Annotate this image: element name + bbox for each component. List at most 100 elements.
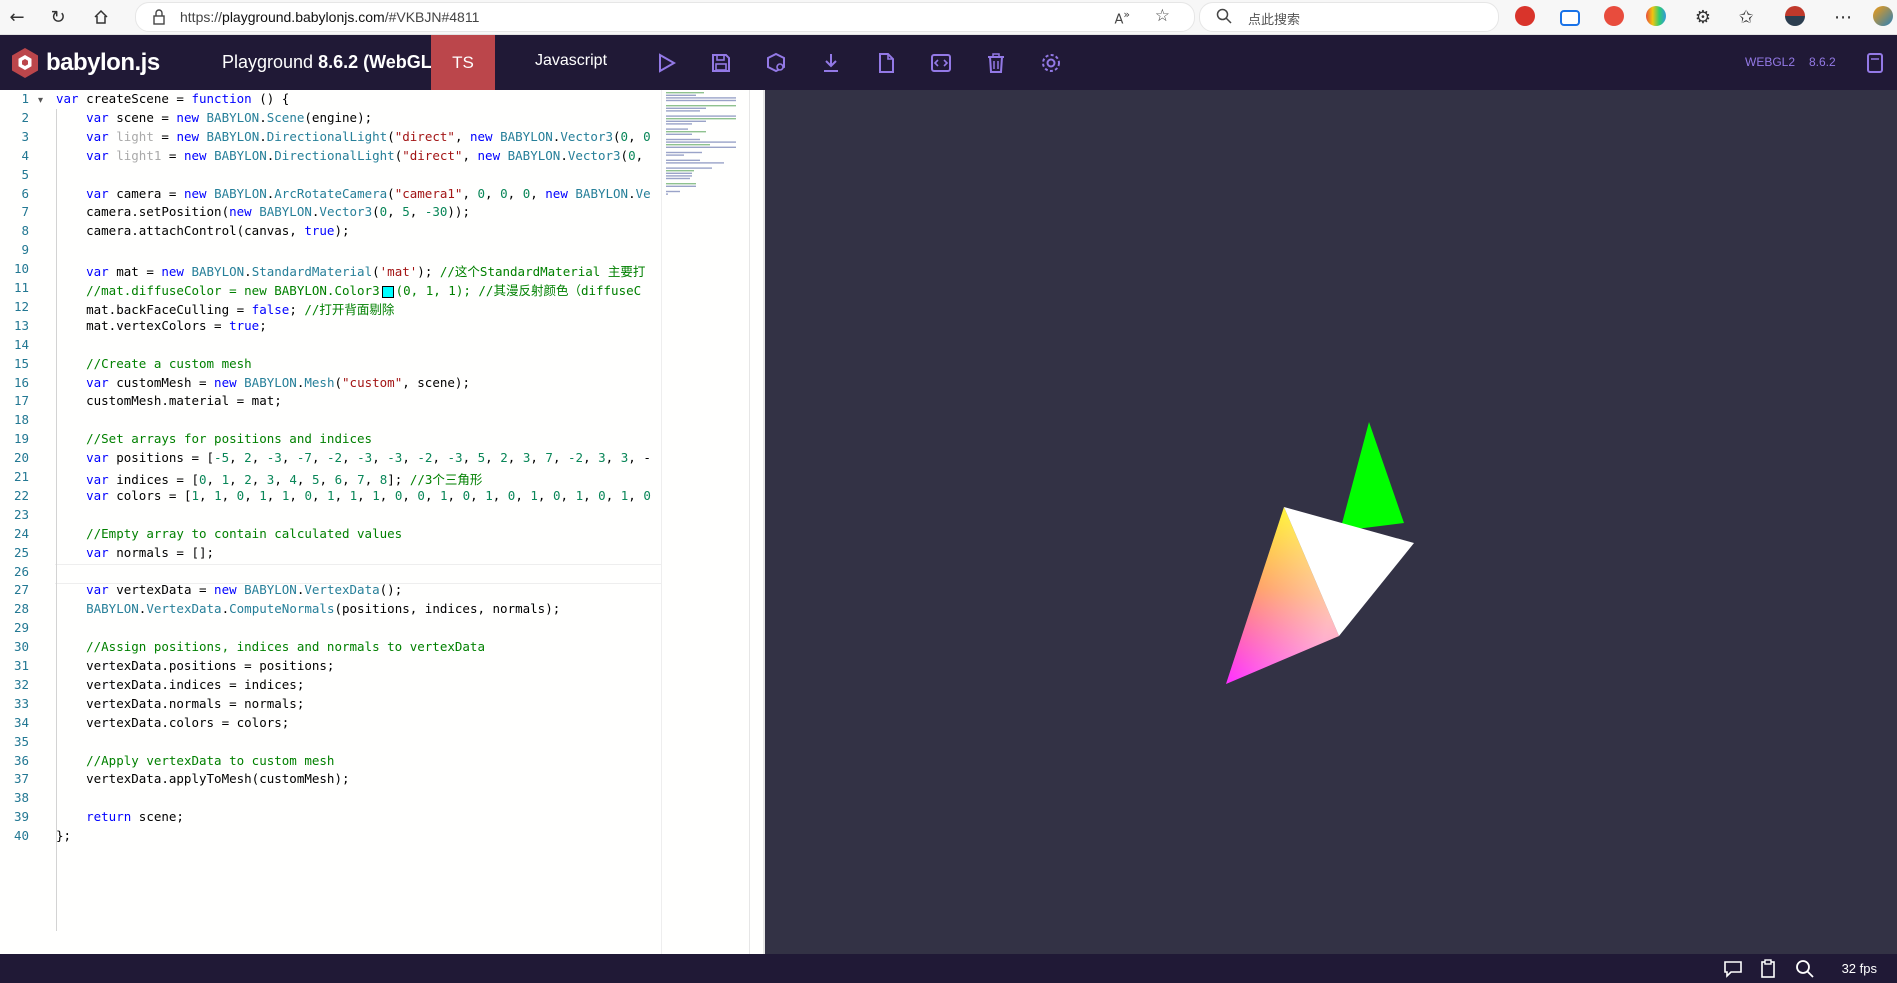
address-bar[interactable]: https://playground.babylonjs.com/#VKBJN#… — [135, 2, 1195, 32]
code-editor[interactable]: 1 2 3 4 5 6 7 8 9 10 11 12 13 14 15 16 17 18 19 20 21 22 23 24 2… — [0, 90, 764, 954]
minimap-line — [666, 115, 736, 117]
code-line[interactable]: var light1 = new BABYLON.DirectionalLigh… — [56, 148, 643, 163]
minimap-line — [666, 141, 736, 143]
line-number: 18 — [13, 412, 29, 428]
ts-toggle-button[interactable]: TS — [431, 35, 495, 90]
code-line[interactable]: return scene; — [56, 809, 184, 824]
code-line[interactable]: //Create a custom mesh — [56, 356, 252, 371]
code-line[interactable]: //Assign positions, indices and normals … — [56, 639, 485, 654]
code-minimap[interactable] — [661, 90, 750, 954]
indent-guide — [56, 109, 57, 931]
save-icon[interactable] — [707, 49, 735, 77]
favorites-icon[interactable]: ✩ — [1733, 4, 1759, 30]
settings-gear-icon[interactable] — [1037, 49, 1065, 77]
run-icon[interactable] — [652, 49, 680, 77]
line-number: 8 — [21, 223, 29, 239]
code-line[interactable]: //Empty array to contain calculated valu… — [56, 526, 402, 541]
read-aloud-icon[interactable]: A» — [1114, 8, 1130, 27]
minimap-line — [666, 144, 710, 146]
code-line[interactable]: var camera = new BABYLON.ArcRotateCamera… — [56, 186, 651, 201]
minimap-line — [666, 118, 736, 120]
profile-avatar[interactable] — [1785, 6, 1805, 26]
code-line[interactable]: var mat = new BABYLON.StandardMaterial('… — [56, 261, 645, 280]
logo-text: babylon.js — [46, 49, 160, 76]
code-line[interactable]: BABYLON.VertexData.ComputeNormals(positi… — [56, 601, 560, 616]
line-number: 10 — [13, 261, 29, 277]
line-number: 35 — [13, 733, 29, 749]
minimap-line — [666, 105, 736, 107]
code-line[interactable]: var scene = new BABYLON.Scene(engine); — [56, 110, 372, 125]
extensions-icon[interactable]: ⚙ — [1690, 4, 1716, 30]
code-format-icon[interactable] — [927, 49, 955, 77]
line-number: 13 — [13, 317, 29, 333]
line-number: 12 — [13, 298, 29, 314]
javascript-toggle-button[interactable]: Javascript — [535, 52, 607, 70]
code-line[interactable]: vertexData.indices = indices; — [56, 677, 304, 692]
back-icon[interactable]: ← — [4, 4, 30, 30]
line-number: 6 — [21, 185, 29, 201]
code-line[interactable]: var vertexData = new BABYLON.VertexData(… — [56, 582, 402, 597]
code-line[interactable]: //Apply vertexData to custom mesh — [56, 753, 334, 768]
code-line[interactable]: vertexData.positions = positions; — [56, 658, 334, 673]
minimap-line — [666, 107, 706, 109]
download-icon[interactable] — [817, 49, 845, 77]
code-line[interactable]: camera.attachControl(canvas, true); — [56, 223, 349, 238]
line-number: 15 — [13, 355, 29, 371]
line-number: 19 — [13, 431, 29, 447]
lock-icon[interactable] — [152, 9, 166, 29]
code-line[interactable]: var colors = [1, 1, 0, 1, 1, 0, 1, 1, 1,… — [56, 488, 651, 503]
line-number: 27 — [13, 582, 29, 598]
code-line[interactable]: mat.vertexColors = true; — [56, 318, 267, 333]
fold-chevron-icon[interactable]: ▾ — [38, 95, 43, 106]
code-line[interactable]: }; — [56, 828, 71, 843]
line-number: 40 — [13, 828, 29, 844]
fps-counter: 32 fps — [1841, 961, 1877, 976]
code-line[interactable]: mat.backFaceCulling = false; //打开背面剔除 — [56, 299, 394, 318]
delete-icon[interactable] — [982, 49, 1010, 77]
code-line[interactable]: customMesh.material = mat; — [56, 393, 282, 408]
minimap-line — [666, 193, 668, 195]
code-line[interactable]: var normals = []; — [56, 545, 214, 560]
line-number: 5 — [21, 166, 29, 182]
browser-toolbar: ← ↻ https://playground.babylonjs.com/#VK… — [0, 0, 1897, 35]
search-box[interactable]: 点此搜索 — [1199, 2, 1499, 32]
feedback-icon[interactable] — [1723, 960, 1743, 982]
extension-red-icon[interactable] — [1515, 6, 1535, 26]
code-line[interactable]: //mat.diffuseColor = new BABYLON.Color3(… — [56, 280, 641, 299]
line-number: 23 — [13, 506, 29, 522]
editor-scrollbar[interactable] — [749, 90, 764, 954]
render-canvas[interactable] — [765, 90, 1897, 954]
favorite-star-icon[interactable]: ☆ — [1155, 6, 1170, 26]
code-line[interactable]: //Set arrays for positions and indices — [56, 431, 372, 446]
more-menu-icon[interactable]: ⋯ — [1830, 4, 1856, 30]
extension-colorful-icon[interactable] — [1646, 6, 1666, 26]
refresh-icon[interactable]: ↻ — [45, 4, 71, 30]
clipboard-icon[interactable] — [1760, 959, 1776, 983]
examples-panel-icon[interactable] — [1861, 49, 1889, 77]
extension-bug-icon[interactable] — [1604, 6, 1624, 26]
copilot-icon[interactable] — [1873, 6, 1893, 26]
status-footer: 32 fps — [0, 954, 1897, 983]
minimap-line — [666, 170, 694, 172]
code-line[interactable]: var createScene = function () { — [56, 91, 289, 106]
code-line[interactable]: camera.setPosition(new BABYLON.Vector3(0… — [56, 204, 470, 219]
code-line[interactable]: vertexData.applyToMesh(customMesh); — [56, 771, 349, 786]
extension-translate-icon[interactable] — [1560, 10, 1580, 26]
code-line[interactable]: var positions = [-5, 2, -3, -7, -2, -3, … — [56, 450, 651, 465]
code-line[interactable]: vertexData.normals = normals; — [56, 696, 304, 711]
line-number: 20 — [13, 450, 29, 466]
line-number: 3 — [21, 128, 29, 144]
minimap-line — [666, 110, 700, 112]
line-number: 24 — [13, 525, 29, 541]
code-line[interactable]: var indices = [0, 1, 2, 3, 4, 5, 6, 7, 8… — [56, 469, 482, 488]
url-text[interactable]: https://playground.babylonjs.com/#VKBJN#… — [180, 9, 479, 25]
search-icon[interactable] — [1795, 959, 1815, 983]
inspector-cube-icon[interactable] — [762, 49, 790, 77]
babylon-logo[interactable]: babylon.js — [10, 47, 160, 79]
code-line[interactable]: vertexData.colors = colors; — [56, 715, 289, 730]
code-line[interactable]: var light = new BABYLON.DirectionalLight… — [56, 129, 651, 144]
home-icon[interactable] — [88, 4, 114, 30]
new-file-icon[interactable] — [872, 49, 900, 77]
line-number: 9 — [21, 242, 29, 258]
code-line[interactable]: var customMesh = new BABYLON.Mesh("custo… — [56, 375, 470, 390]
